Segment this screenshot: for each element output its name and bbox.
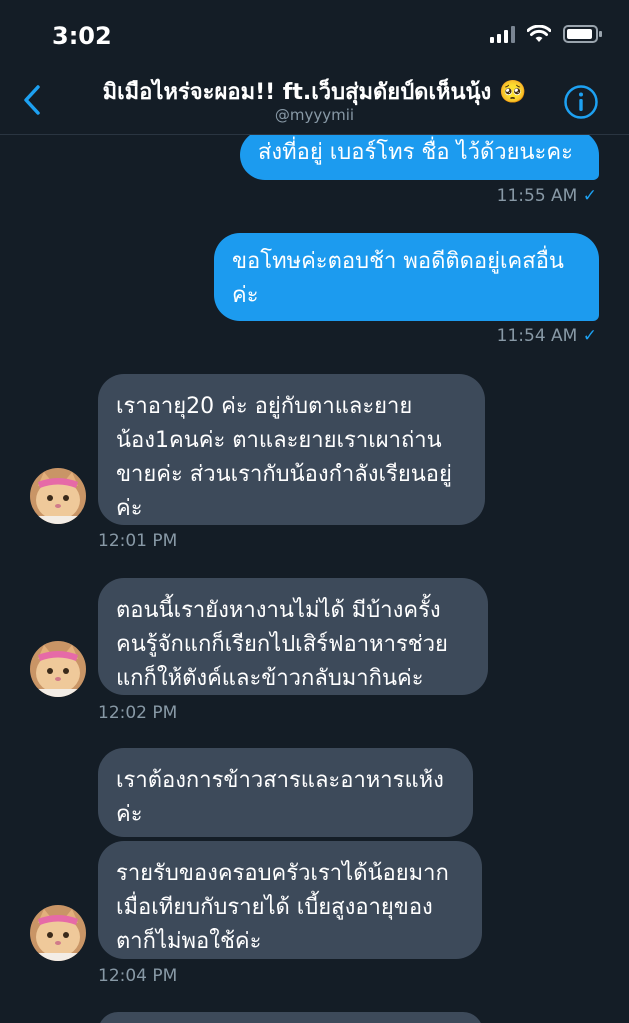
- conversation-handle: @myyymii: [274, 106, 355, 124]
- message-timestamp: 12:02 PM: [98, 703, 178, 723]
- message-list: ส่งที่อยู่ เบอร์โทร ชื่อ ไว้ด้วยนะคะ 11:…: [0, 135, 629, 1023]
- message-line: ตาก็ไม่พอใช้ค่ะ: [116, 929, 262, 954]
- read-check-icon: ✓: [582, 186, 597, 206]
- conversation-title: มิเมือไหร่จะผอม!! ft.เว็บสุ่มดัยป์ดเห็นน…: [102, 80, 527, 105]
- status-bar: 3:02: [0, 0, 629, 66]
- message-line: ตอนนี้เรายังหางานไม่ได้ มีบ้างครั้ง: [116, 598, 441, 623]
- status-time: 3:02: [52, 22, 112, 50]
- incoming-message-partial[interactable]: [98, 1012, 483, 1023]
- message-line: รายรับของครอบครัวเราได้น้อยมาก: [116, 861, 449, 886]
- message-line: เมื่อเทียบกับรายได้ เบี้ยสูงอายุของ: [116, 895, 433, 920]
- message-timestamp: 11:55 AM ✓: [496, 186, 597, 206]
- conversation-header: มิเมือไหร่จะผอม!! ft.เว็บสุ่มดัยป์ดเห็นน…: [0, 66, 629, 135]
- message-line: ค่ะ: [232, 283, 259, 308]
- message-line: ขายค่ะ ส่วนเรากับน้องกำลังเรียนอยู่: [116, 462, 452, 487]
- message-line: ค่ะ: [116, 802, 143, 827]
- cat-avatar[interactable]: [30, 905, 86, 961]
- read-check-icon: ✓: [582, 326, 597, 346]
- info-icon[interactable]: [563, 84, 599, 120]
- wifi-icon: [527, 25, 551, 42]
- incoming-message[interactable]: ตอนนี้เรายังหางานไม่ได้ มีบ้างครั้ง คนรู…: [98, 578, 488, 695]
- message-line: แกก็ให้ตังค์และข้าวกลับมากินค่ะ: [116, 666, 424, 691]
- incoming-message[interactable]: เราอายุ20 ค่ะ อยู่กับตาและยาย น้อง1คนค่ะ…: [98, 374, 485, 525]
- message-line: เราต้องการข้าวสารและอาหารแห้ง: [116, 768, 444, 793]
- message-text: ส่งที่อยู่ เบอร์โทร ชื่อ ไว้ด้วยนะคะ: [258, 140, 573, 165]
- incoming-message[interactable]: เราต้องการข้าวสารและอาหารแห้ง ค่ะ: [98, 748, 473, 837]
- cat-avatar[interactable]: [30, 468, 86, 524]
- message-timestamp: 11:54 AM ✓: [496, 326, 597, 346]
- signal-icon: [490, 25, 515, 43]
- message-line: เราอายุ20 ค่ะ อยู่กับตาและยาย: [116, 394, 413, 419]
- outgoing-message[interactable]: ส่งที่อยู่ เบอร์โทร ชื่อ ไว้ด้วยนะคะ: [240, 135, 599, 180]
- message-line: ค่ะ: [116, 496, 143, 521]
- message-timestamp: 12:01 PM: [98, 531, 178, 551]
- status-icons: [490, 24, 603, 44]
- message-line: ขอโทษค่ะตอบช้า พอดีติดอยู่เคสอื่น: [232, 249, 564, 274]
- message-line: คนรู้จักแกก็เรียกไปเสิร์ฟอาหารช่วย: [116, 632, 448, 657]
- outgoing-message[interactable]: ขอโทษค่ะตอบช้า พอดีติดอยู่เคสอื่น ค่ะ: [214, 233, 599, 321]
- battery-icon: [563, 25, 602, 43]
- cat-avatar[interactable]: [30, 641, 86, 697]
- message-line: น้อง1คนค่ะ ตาและยายเราเผาถ่าน: [116, 428, 442, 453]
- incoming-message[interactable]: รายรับของครอบครัวเราได้น้อยมาก เมื่อเทีย…: [98, 841, 482, 959]
- message-timestamp: 12:04 PM: [98, 966, 178, 986]
